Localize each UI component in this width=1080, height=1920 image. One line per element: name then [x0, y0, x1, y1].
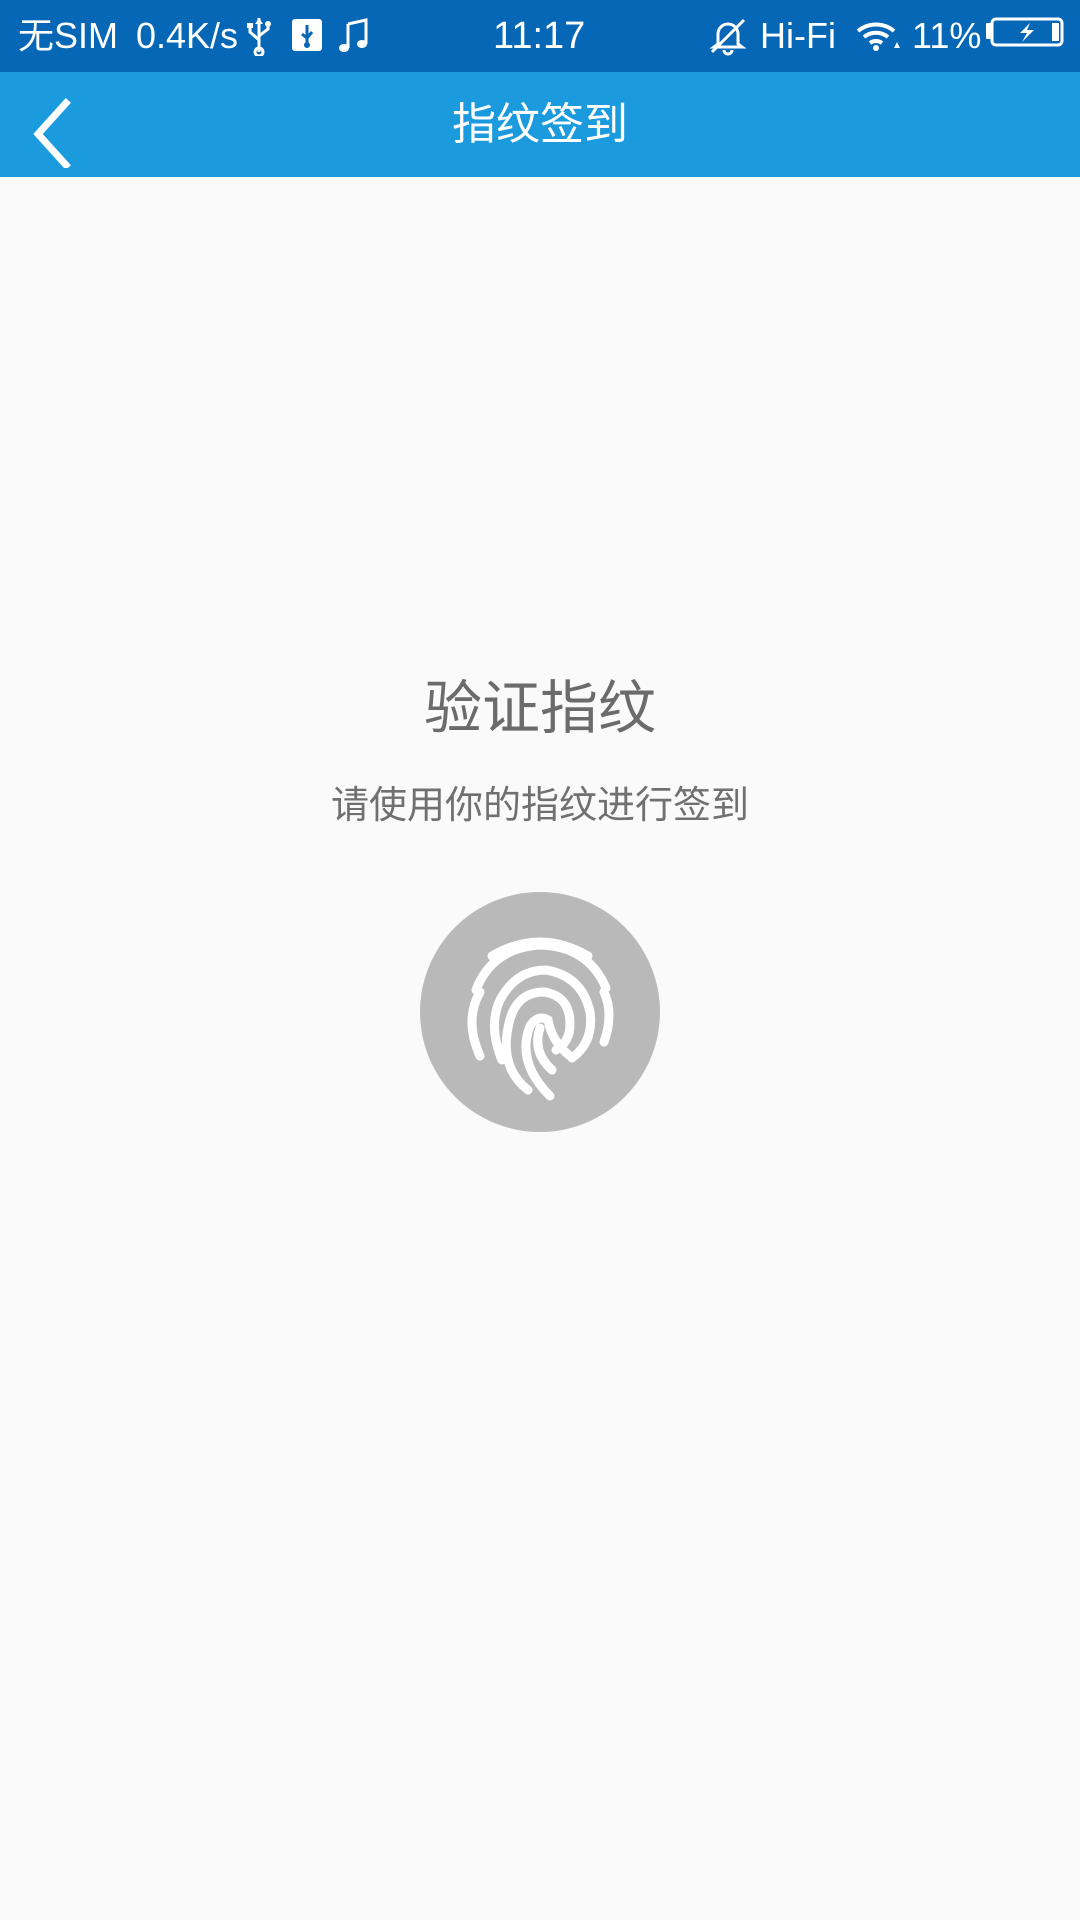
music-note-icon — [339, 18, 368, 52]
network-speed: 0.4K/s — [136, 15, 239, 56]
wifi-icon — [856, 22, 900, 51]
toolbar: 指纹签到 — [0, 72, 1080, 177]
battery-charging-icon — [986, 17, 1064, 47]
carrier-label: 无SIM — [18, 15, 119, 56]
page-title: 指纹签到 — [452, 99, 628, 150]
fingerprint-icon — [467, 937, 614, 1101]
bell-off-icon — [709, 18, 747, 56]
chevron-left-icon — [33, 98, 71, 170]
usb-icon — [247, 18, 271, 56]
back-button[interactable] — [14, 82, 104, 170]
battery-percent: 11% — [912, 15, 982, 56]
status-bar: 无SIM 0.4K/s 11:17 Hi-Fi 11% — [0, 0, 1080, 72]
hifi-label: Hi-Fi — [760, 15, 836, 56]
usb-debug-icon — [292, 19, 322, 51]
fingerprint-button[interactable] — [420, 892, 660, 1132]
status-time: 11:17 — [493, 15, 586, 57]
instruction-text: 请使用你的指纹进行签到 — [330, 783, 749, 827]
verify-heading: 验证指纹 — [423, 674, 656, 742]
